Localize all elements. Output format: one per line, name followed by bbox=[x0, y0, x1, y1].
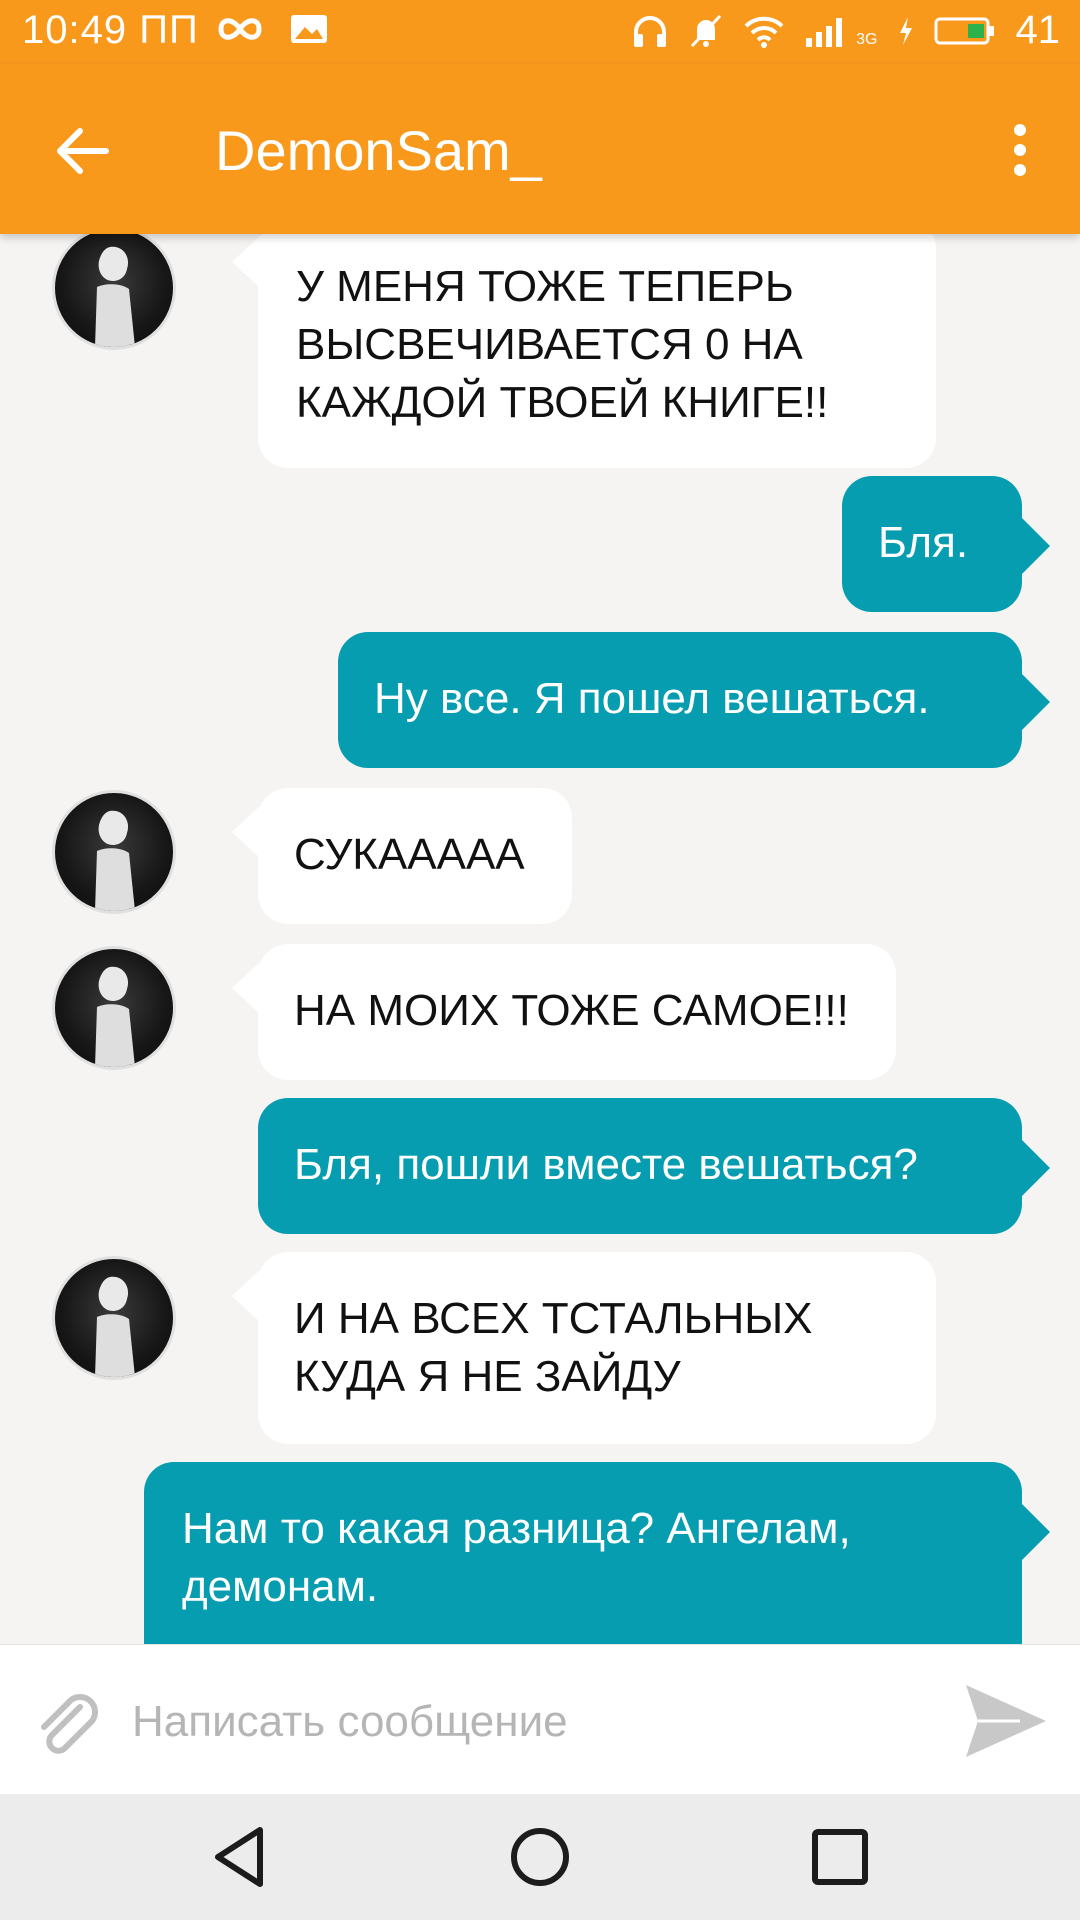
headphones-icon bbox=[634, 15, 667, 47]
composer-bar bbox=[0, 1644, 1080, 1795]
avatar[interactable] bbox=[52, 1256, 176, 1380]
message-bubble-incoming[interactable]: У МЕНЯ ТОЖЕ ТЕПЕРЬ ВЫСВЕЧИВАЕТСЯ 0 НА КА… bbox=[232, 234, 936, 468]
message-text: Бля. bbox=[878, 518, 969, 567]
bell-muted-icon bbox=[691, 14, 722, 47]
message-text: НА МОИХ ТОЖЕ САМОЕ!!! bbox=[294, 986, 849, 1035]
battery-icon bbox=[934, 17, 994, 44]
nav-recents-icon[interactable] bbox=[803, 1820, 877, 1894]
avatar[interactable] bbox=[52, 234, 176, 350]
message-bubble-incoming[interactable]: НА МОИХ ТОЖЕ САМОЕ!!! bbox=[232, 944, 896, 1080]
status-bar: 10:49 ПП 3G 41 bbox=[0, 0, 1080, 64]
nav-back-icon[interactable] bbox=[204, 1820, 278, 1894]
nav-home-icon[interactable] bbox=[503, 1820, 577, 1894]
message-bubble-incoming[interactable]: И НА ВСЕХ ТСТАЛЬНЫХ КУДА Я НЕ ЗАЙДУ bbox=[232, 1252, 936, 1444]
message-text: Бля, пошли вместе вешаться? bbox=[294, 1140, 918, 1189]
chat-title: DemonSam_ bbox=[215, 119, 542, 182]
wifi-icon bbox=[744, 16, 784, 48]
message-text: У МЕНЯ ТОЖЕ ТЕПЕРЬ ВЫСВЕЧИВАЕТСЯ 0 НА КА… bbox=[296, 262, 829, 427]
message-bubble-outgoing[interactable]: Бля, пошли вместе вешаться? bbox=[258, 1098, 1050, 1234]
message-text: И НА ВСЕХ ТСТАЛЬНЫХ КУДА Я НЕ ЗАЙДУ bbox=[294, 1294, 813, 1401]
battery-level: 41 bbox=[1015, 8, 1061, 52]
charging-icon bbox=[899, 16, 912, 45]
signal-icon bbox=[806, 17, 843, 47]
avatar[interactable] bbox=[52, 790, 176, 914]
message-list[interactable]: У МЕНЯ ТОЖЕ ТЕПЕРЬ ВЫСВЕЧИВАЕТСЯ 0 НА КА… bbox=[0, 234, 1080, 1644]
send-icon[interactable] bbox=[960, 1679, 1050, 1763]
infinity-icon bbox=[218, 18, 262, 40]
message-bubble-outgoing[interactable]: Бля. bbox=[842, 476, 1050, 612]
message-bubble-outgoing[interactable]: Нам то какая разница? Ангелам, демонам. bbox=[144, 1462, 1050, 1644]
message-bubble-incoming[interactable]: СУКААААА bbox=[232, 788, 572, 924]
image-icon bbox=[291, 15, 327, 43]
message-input[interactable] bbox=[130, 1673, 934, 1771]
network-type: 3G bbox=[856, 30, 878, 48]
chat-toolbar: DemonSam_ bbox=[0, 64, 1080, 234]
status-time: 10:49 ПП bbox=[22, 8, 199, 52]
message-text: Ну все. Я пошел вешаться. bbox=[374, 674, 930, 723]
back-arrow-icon[interactable] bbox=[48, 116, 118, 186]
avatar[interactable] bbox=[52, 946, 176, 1070]
paperclip-icon[interactable] bbox=[28, 1685, 108, 1765]
message-bubble-outgoing[interactable]: Ну все. Я пошел вешаться. bbox=[338, 632, 1050, 768]
more-vert-icon[interactable] bbox=[1000, 120, 1040, 180]
system-nav-bar bbox=[0, 1794, 1080, 1920]
message-text: Нам то какая разница? Ангелам, демонам. bbox=[182, 1504, 851, 1611]
message-text: СУКААААА bbox=[294, 830, 525, 879]
